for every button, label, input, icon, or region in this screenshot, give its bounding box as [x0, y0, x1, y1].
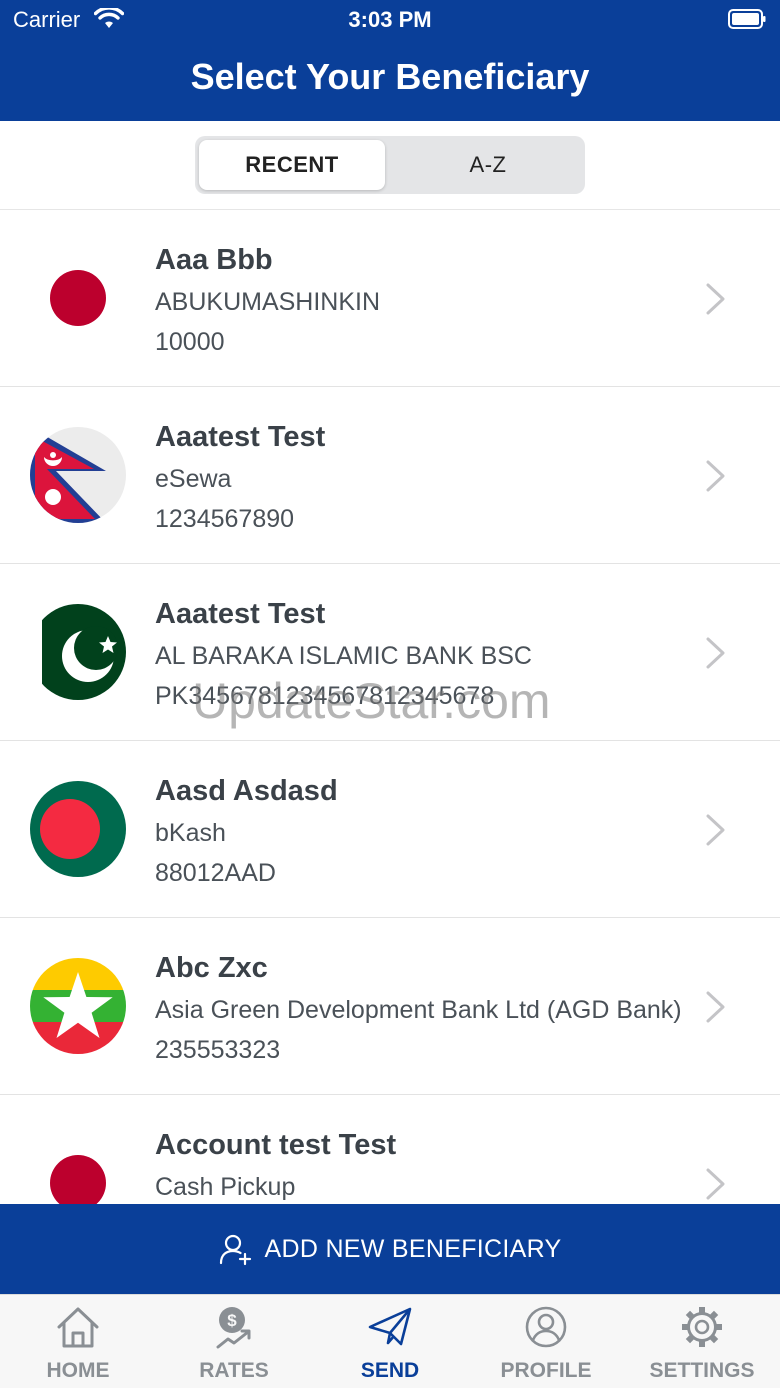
- bangladesh-flag-icon: [30, 781, 126, 877]
- chevron-right-icon: [706, 814, 725, 846]
- nepal-flag-icon: [30, 427, 126, 523]
- sort-segmented-control: RECENT A-Z: [195, 136, 585, 194]
- tab-home-label: HOME: [46, 1359, 110, 1382]
- beneficiary-account: PK3456781234567812345678: [155, 682, 495, 710]
- beneficiary-name: Aaatest Test: [155, 421, 326, 453]
- nav-bar: Select Your Beneficiary: [0, 40, 780, 121]
- beneficiary-list: Aaa Bbb ABUKUMASHINKIN 10000 Aaatest Tes…: [0, 210, 780, 1204]
- chevron-right-icon: [706, 637, 725, 669]
- add-user-icon: [219, 1234, 251, 1266]
- chevron-right-icon: [706, 283, 725, 315]
- beneficiary-row[interactable]: Aaa Bbb ABUKUMASHINKIN 10000: [0, 210, 780, 387]
- settings-icon: [682, 1307, 722, 1347]
- tab-settings[interactable]: SETTINGS: [624, 1295, 780, 1388]
- segment-a-z[interactable]: A-Z: [395, 140, 581, 190]
- beneficiary-name: Aaatest Test: [155, 598, 326, 630]
- profile-icon: [525, 1306, 567, 1348]
- beneficiary-bank: Cash Pickup: [155, 1173, 296, 1201]
- beneficiary-account: 10000: [155, 328, 225, 356]
- tab-home[interactable]: HOME: [0, 1295, 156, 1388]
- tab-rates-label: RATES: [199, 1359, 269, 1382]
- page-title: Select Your Beneficiary: [190, 56, 590, 97]
- status-time: 3:03 PM: [348, 7, 432, 32]
- pakistan-flag-icon: [30, 604, 126, 700]
- battery-icon: [728, 9, 766, 29]
- tab-rates[interactable]: $ RATES: [156, 1295, 312, 1388]
- beneficiary-account: 235553323: [155, 1036, 281, 1064]
- beneficiary-row[interactable]: Abc Zxc Asia Green Development Bank Ltd …: [0, 918, 780, 1095]
- tab-bar: HOME $ RATES SEND PROFILE SETTINGS: [0, 1294, 780, 1388]
- chevron-right-icon: [706, 460, 725, 492]
- svg-text:$: $: [227, 1311, 237, 1330]
- send-icon: [368, 1307, 412, 1346]
- tab-settings-label: SETTINGS: [649, 1359, 755, 1382]
- beneficiary-bank: ABUKUMASHINKIN: [155, 288, 381, 316]
- tab-send[interactable]: SEND: [312, 1295, 468, 1388]
- beneficiary-name: Aaa Bbb: [155, 244, 273, 276]
- beneficiary-account: 88012AAD: [155, 859, 276, 887]
- beneficiary-bank: Asia Green Development Bank Ltd (AGD Ban…: [155, 996, 682, 1024]
- beneficiary-name: Account test Test: [155, 1129, 397, 1161]
- add-new-beneficiary-button[interactable]: ADD NEW BENEFICIARY: [0, 1204, 780, 1294]
- beneficiary-name: Abc Zxc: [155, 952, 268, 984]
- beneficiary-account: 1234567890: [155, 505, 295, 533]
- beneficiary-row[interactable]: Account test Test Cash Pickup: [0, 1095, 780, 1204]
- myanmar-flag-icon: [30, 958, 126, 1054]
- tab-profile[interactable]: PROFILE: [468, 1295, 624, 1388]
- segment-recent[interactable]: RECENT: [199, 140, 385, 190]
- japan-flag-icon: [30, 250, 126, 346]
- add-new-beneficiary-label: ADD NEW BENEFICIARY: [264, 1234, 562, 1263]
- beneficiary-bank: eSewa: [155, 465, 232, 493]
- beneficiary-row[interactable]: Aasd Asdasd bKash 88012AAD: [0, 741, 780, 918]
- segment-area: RECENT A-Z: [0, 121, 780, 210]
- home-icon: [57, 1307, 99, 1348]
- japan-flag-icon: [30, 1135, 126, 1204]
- chevron-right-icon: [706, 1168, 725, 1200]
- beneficiary-bank: AL BARAKA ISLAMIC BANK BSC: [155, 642, 532, 670]
- rates-icon: $: [216, 1307, 251, 1349]
- status-bar: Carrier 3:03 PM: [0, 0, 780, 40]
- chevron-right-icon: [706, 991, 725, 1023]
- tab-profile-label: PROFILE: [500, 1359, 592, 1382]
- tab-send-label: SEND: [360, 1359, 420, 1382]
- beneficiary-bank: bKash: [155, 819, 226, 847]
- beneficiary-row[interactable]: Aaatest Test eSewa 1234567890: [0, 387, 780, 564]
- beneficiary-name: Aasd Asdasd: [155, 775, 338, 807]
- beneficiary-row[interactable]: Aaatest Test AL BARAKA ISLAMIC BANK BSC …: [0, 564, 780, 741]
